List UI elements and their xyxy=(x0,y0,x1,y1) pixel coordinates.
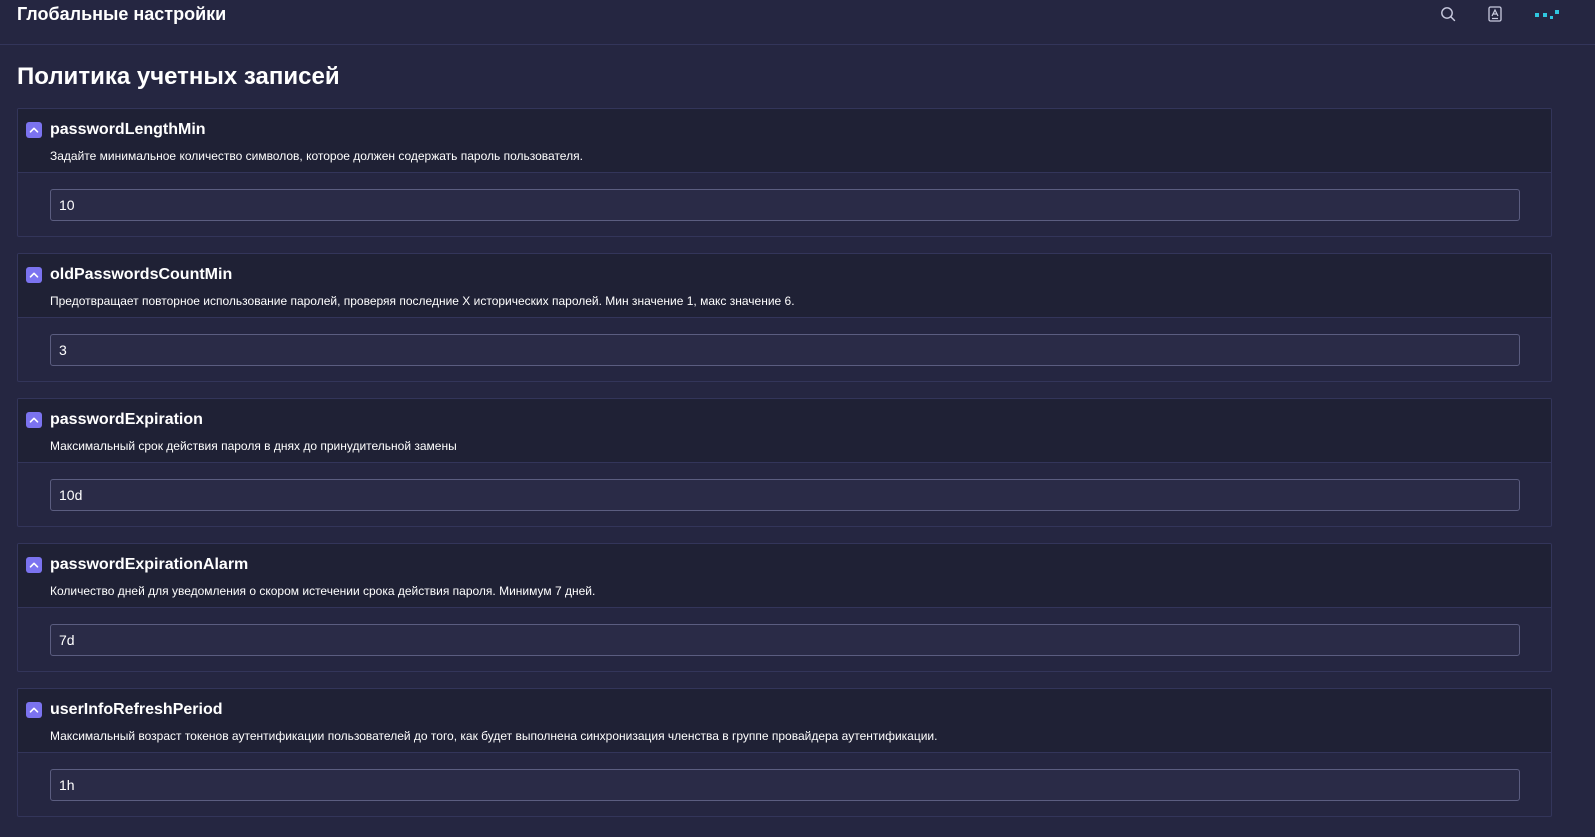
settings-list: passwordLengthMin Задайте минимальное ко… xyxy=(17,108,1552,833)
page-title: Политика учетных записей xyxy=(17,63,340,90)
setting-description: Задайте минимальное количество символов,… xyxy=(50,149,583,163)
document-icon[interactable] xyxy=(1485,4,1505,24)
setting-description: Предотвращает повторное использование па… xyxy=(50,294,795,308)
setting-card-password-length-min: passwordLengthMin Задайте минимальное ко… xyxy=(17,108,1552,237)
setting-header: passwordExpiration Максимальный срок дей… xyxy=(18,399,1551,463)
setting-header: passwordLengthMin Задайте минимальное ко… xyxy=(18,109,1551,173)
setting-body xyxy=(18,173,1551,236)
setting-value-input[interactable] xyxy=(50,334,1520,366)
setting-body xyxy=(18,318,1551,381)
top-bar: Глобальные настройки xyxy=(0,0,1595,45)
setting-name: oldPasswordsCountMin xyxy=(50,266,233,283)
chevron-up-icon xyxy=(29,272,39,278)
setting-name: userInfoRefreshPeriod xyxy=(50,701,223,718)
setting-description: Максимальный срок действия пароля в днях… xyxy=(50,439,457,453)
setting-header: oldPasswordsCountMin Предотвращает повто… xyxy=(18,254,1551,318)
chevron-up-icon xyxy=(29,562,39,568)
setting-value-input[interactable] xyxy=(50,769,1520,801)
app-logo-icon[interactable] xyxy=(1533,4,1561,24)
collapse-toggle-button[interactable] xyxy=(26,412,42,428)
setting-value-input[interactable] xyxy=(50,624,1520,656)
setting-card-password-expiration: passwordExpiration Максимальный срок дей… xyxy=(17,398,1552,527)
setting-name: passwordExpirationAlarm xyxy=(50,556,249,573)
setting-card-old-passwords-count-min: oldPasswordsCountMin Предотвращает повто… xyxy=(17,253,1552,382)
chevron-up-icon xyxy=(29,417,39,423)
collapse-toggle-button[interactable] xyxy=(26,267,42,283)
collapse-toggle-button[interactable] xyxy=(26,702,42,718)
setting-value-input[interactable] xyxy=(50,189,1520,221)
setting-header: passwordExpirationAlarm Количество дней … xyxy=(18,544,1551,608)
setting-body xyxy=(18,463,1551,526)
app-title: Глобальные настройки xyxy=(17,4,227,24)
setting-name: passwordLengthMin xyxy=(50,121,206,138)
setting-value-input[interactable] xyxy=(50,479,1520,511)
setting-card-user-info-refresh-period: userInfoRefreshPeriod Максимальный возра… xyxy=(17,688,1552,817)
setting-description: Количество дней для уведомления о скором… xyxy=(50,584,596,598)
setting-header: userInfoRefreshPeriod Максимальный возра… xyxy=(18,689,1551,753)
search-icon[interactable] xyxy=(1438,4,1458,24)
setting-name: passwordExpiration xyxy=(50,411,203,428)
setting-body xyxy=(18,753,1551,816)
chevron-up-icon xyxy=(29,707,39,713)
setting-body xyxy=(18,608,1551,671)
collapse-toggle-button[interactable] xyxy=(26,122,42,138)
setting-card-password-expiration-alarm: passwordExpirationAlarm Количество дней … xyxy=(17,543,1552,672)
chevron-up-icon xyxy=(29,127,39,133)
setting-description: Максимальный возраст токенов аутентифика… xyxy=(50,729,938,743)
collapse-toggle-button[interactable] xyxy=(26,557,42,573)
